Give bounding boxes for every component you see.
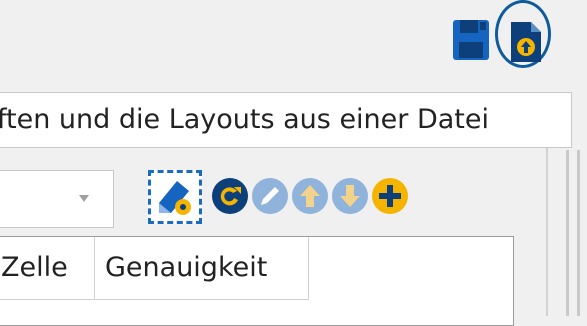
add-button[interactable]	[370, 176, 410, 216]
edit-button	[250, 176, 290, 216]
chevron-down-icon[interactable]	[79, 195, 89, 202]
refresh-button[interactable]	[210, 176, 250, 216]
layout-combobox[interactable]	[0, 170, 114, 228]
divider	[546, 148, 548, 316]
tooltip-text: ften und die Layouts aus einer Datei	[0, 104, 489, 135]
column-header-genauigkeit[interactable]: Genauigkeit	[95, 237, 309, 299]
data-grid[interactable]: Zelle Genauigkeit	[0, 236, 514, 326]
edit-settings-icon	[159, 181, 191, 215]
save-disk-icon	[453, 20, 489, 60]
grid-header: Zelle Genauigkeit	[0, 237, 309, 300]
scrollbar[interactable]	[566, 150, 580, 316]
edit-settings-button[interactable]	[148, 170, 202, 224]
edit-pencil-icon	[252, 178, 288, 214]
load-file-icon	[511, 22, 541, 62]
column-header-zelle[interactable]: Zelle	[0, 237, 95, 299]
load-file-button[interactable]	[495, 0, 557, 70]
move-up-icon	[292, 178, 328, 214]
save-button[interactable]	[451, 18, 491, 62]
move-down-button	[330, 176, 370, 216]
tooltip: ften und die Layouts aus einer Datei	[0, 92, 572, 148]
move-up-button	[290, 176, 330, 216]
move-down-icon	[332, 178, 368, 214]
refresh-icon	[212, 178, 248, 214]
add-icon	[372, 178, 408, 214]
